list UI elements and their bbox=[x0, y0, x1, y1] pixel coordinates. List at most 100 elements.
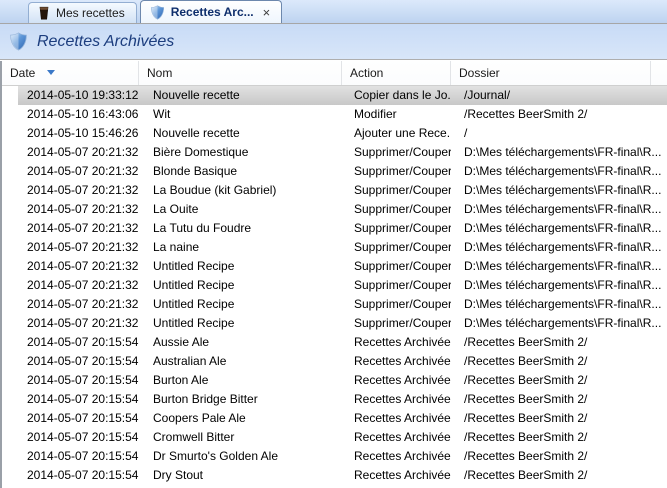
cell-date: 2014-05-07 20:21:32 bbox=[2, 181, 139, 200]
cell-date: 2014-05-07 20:15:54 bbox=[2, 409, 139, 428]
table-row[interactable]: 2014-05-10 19:33:12Nouvelle recetteCopie… bbox=[2, 86, 667, 105]
tab-mes-recettes[interactable]: Mes recettes bbox=[28, 2, 137, 23]
cell-date: 2014-05-07 20:21:32 bbox=[2, 200, 139, 219]
shield-icon bbox=[9, 32, 28, 51]
table-row[interactable]: 2014-05-07 20:21:32Untitled RecipeSuppri… bbox=[2, 295, 667, 314]
cell-nom: Bière Domestique bbox=[139, 143, 342, 162]
cell-nom: Dr Smurto's Golden Ale bbox=[139, 447, 342, 466]
table-row[interactable]: 2014-05-07 20:15:54Coopers Pale AleRecet… bbox=[2, 409, 667, 428]
cell-dossier: D:\Mes téléchargements\FR-final\R... bbox=[451, 200, 667, 219]
cell-action: Supprimer/Couper bbox=[342, 219, 451, 238]
tab-label: Recettes Arc... bbox=[171, 5, 254, 19]
table-row[interactable]: 2014-05-10 16:43:06WitModifier/Recettes … bbox=[2, 105, 667, 124]
cell-dossier: D:\Mes téléchargements\FR-final\R... bbox=[451, 238, 667, 257]
cell-action: Supprimer/Couper bbox=[342, 143, 451, 162]
tab-close-icon[interactable]: × bbox=[263, 6, 271, 19]
table-row[interactable]: 2014-05-07 20:15:54Dry StoutRecettes Arc… bbox=[2, 466, 667, 485]
table-row[interactable]: 2014-05-07 20:21:32La OuiteSupprimer/Cou… bbox=[2, 200, 667, 219]
cell-dossier: D:\Mes téléchargements\FR-final\R... bbox=[451, 143, 667, 162]
cell-dossier: D:\Mes téléchargements\FR-final\R... bbox=[451, 295, 667, 314]
cell-dossier: / bbox=[451, 124, 667, 143]
cell-dossier: /Recettes BeerSmith 2/ bbox=[451, 352, 667, 371]
cell-dossier: /Recettes BeerSmith 2/ bbox=[451, 409, 667, 428]
table-row[interactable]: 2014-05-07 20:21:32Blonde BasiqueSupprim… bbox=[2, 162, 667, 181]
cell-nom: Wit bbox=[139, 105, 342, 124]
tab-recettes-archivees[interactable]: Recettes Arc... × bbox=[140, 0, 283, 23]
cell-action: Supprimer/Couper bbox=[342, 181, 451, 200]
cell-action: Supprimer/Couper bbox=[342, 200, 451, 219]
table-row[interactable]: 2014-05-07 20:21:32La Boudue (kit Gabrie… bbox=[2, 181, 667, 200]
cell-action: Recettes Archivées bbox=[342, 333, 451, 352]
cell-date: 2014-05-07 20:15:54 bbox=[2, 447, 139, 466]
cell-date: 2014-05-07 20:21:32 bbox=[2, 238, 139, 257]
cell-action: Supprimer/Couper bbox=[342, 276, 451, 295]
column-header-action[interactable]: Action bbox=[342, 61, 451, 85]
table-row[interactable]: 2014-05-07 20:21:32Untitled RecipeSuppri… bbox=[2, 276, 667, 295]
cell-dossier: D:\Mes téléchargements\FR-final\R... bbox=[451, 181, 667, 200]
table-row[interactable]: 2014-05-07 20:15:54Burton Bridge BitterR… bbox=[2, 390, 667, 409]
cell-date: 2014-05-07 20:15:54 bbox=[2, 333, 139, 352]
cell-date: 2014-05-07 20:15:54 bbox=[2, 466, 139, 485]
table-row[interactable]: 2014-05-07 20:21:32La Tutu du FoudreSupp… bbox=[2, 219, 667, 238]
beer-mug-icon bbox=[38, 6, 50, 20]
cell-action: Recettes Archivées bbox=[342, 371, 451, 390]
table-row[interactable]: 2014-05-07 20:15:54Aussie AleRecettes Ar… bbox=[2, 333, 667, 352]
sort-desc-icon bbox=[47, 70, 55, 75]
cell-dossier: D:\Mes téléchargements\FR-final\R... bbox=[451, 314, 667, 333]
cell-nom: Untitled Recipe bbox=[139, 257, 342, 276]
cell-nom: Nouvelle recette bbox=[139, 86, 342, 105]
cell-date: 2014-05-07 20:21:32 bbox=[2, 276, 139, 295]
table-row[interactable]: 2014-05-07 20:21:32La naineSupprimer/Cou… bbox=[2, 238, 667, 257]
column-header-nom[interactable]: Nom bbox=[139, 61, 342, 85]
cell-date: 2014-05-07 20:21:32 bbox=[2, 219, 139, 238]
cell-action: Recettes Archivées bbox=[342, 428, 451, 447]
cell-date: 2014-05-07 20:21:32 bbox=[2, 162, 139, 181]
cell-date: 2014-05-07 20:21:32 bbox=[2, 295, 139, 314]
cell-nom: Untitled Recipe bbox=[139, 276, 342, 295]
cell-nom: La Boudue (kit Gabriel) bbox=[139, 181, 342, 200]
table-row[interactable]: 2014-05-07 20:15:54Australian AleRecette… bbox=[2, 352, 667, 371]
archived-recipes-list: Date Nom Action Dossier 2014-05-10 19:33… bbox=[0, 61, 667, 488]
page-header: Recettes Archivées bbox=[0, 24, 667, 60]
cell-action: Supprimer/Couper bbox=[342, 162, 451, 181]
table-row[interactable]: 2014-05-07 20:21:32Bière DomestiqueSuppr… bbox=[2, 143, 667, 162]
cell-date: 2014-05-10 19:33:12 bbox=[2, 86, 139, 105]
table-row[interactable]: 2014-05-10 15:46:26Nouvelle recetteAjout… bbox=[2, 124, 667, 143]
cell-action: Supprimer/Couper bbox=[342, 238, 451, 257]
table-row[interactable]: 2014-05-07 20:15:54Dr Smurto's Golden Al… bbox=[2, 447, 667, 466]
cell-nom: Burton Bridge Bitter bbox=[139, 390, 342, 409]
cell-dossier: /Recettes BeerSmith 2/ bbox=[451, 447, 667, 466]
cell-nom: Coopers Pale Ale bbox=[139, 409, 342, 428]
cell-dossier: /Recettes BeerSmith 2/ bbox=[451, 105, 667, 124]
table-row[interactable]: 2014-05-07 20:21:32Untitled RecipeSuppri… bbox=[2, 257, 667, 276]
column-header-date[interactable]: Date bbox=[2, 61, 139, 85]
cell-date: 2014-05-10 15:46:26 bbox=[2, 124, 139, 143]
cell-dossier: D:\Mes téléchargements\FR-final\R... bbox=[451, 219, 667, 238]
cell-date: 2014-05-07 20:15:54 bbox=[2, 352, 139, 371]
cell-nom: Untitled Recipe bbox=[139, 295, 342, 314]
cell-dossier: D:\Mes téléchargements\FR-final\R... bbox=[451, 257, 667, 276]
cell-dossier: /Recettes BeerSmith 2/ bbox=[451, 333, 667, 352]
cell-dossier: /Recettes BeerSmith 2/ bbox=[451, 371, 667, 390]
cell-action: Supprimer/Couper bbox=[342, 295, 451, 314]
cell-action: Recettes Archivées bbox=[342, 447, 451, 466]
cell-date: 2014-05-07 20:15:54 bbox=[2, 371, 139, 390]
table-row[interactable]: 2014-05-07 20:15:54Burton AleRecettes Ar… bbox=[2, 371, 667, 390]
table-row[interactable]: 2014-05-07 20:21:32Untitled RecipeSuppri… bbox=[2, 314, 667, 333]
cell-nom: Aussie Ale bbox=[139, 333, 342, 352]
cell-nom: Untitled Recipe bbox=[139, 314, 342, 333]
cell-nom: Nouvelle recette bbox=[139, 124, 342, 143]
cell-action: Recettes Archivées bbox=[342, 390, 451, 409]
table-row[interactable]: 2014-05-07 20:15:54Cromwell BitterRecett… bbox=[2, 428, 667, 447]
cell-action: Copier dans le Jo... bbox=[342, 86, 451, 105]
cell-action: Recettes Archivées bbox=[342, 466, 451, 485]
cell-date: 2014-05-07 20:21:32 bbox=[2, 257, 139, 276]
column-header-dossier[interactable]: Dossier bbox=[451, 61, 651, 85]
tab-label: Mes recettes bbox=[56, 6, 125, 20]
cell-dossier: /Recettes BeerSmith 2/ bbox=[451, 428, 667, 447]
cell-action: Recettes Archivées bbox=[342, 409, 451, 428]
cell-date: 2014-05-07 20:21:32 bbox=[2, 143, 139, 162]
cell-nom: Burton Ale bbox=[139, 371, 342, 390]
cell-dossier: D:\Mes téléchargements\FR-final\R... bbox=[451, 276, 667, 295]
cell-date: 2014-05-07 20:15:54 bbox=[2, 390, 139, 409]
